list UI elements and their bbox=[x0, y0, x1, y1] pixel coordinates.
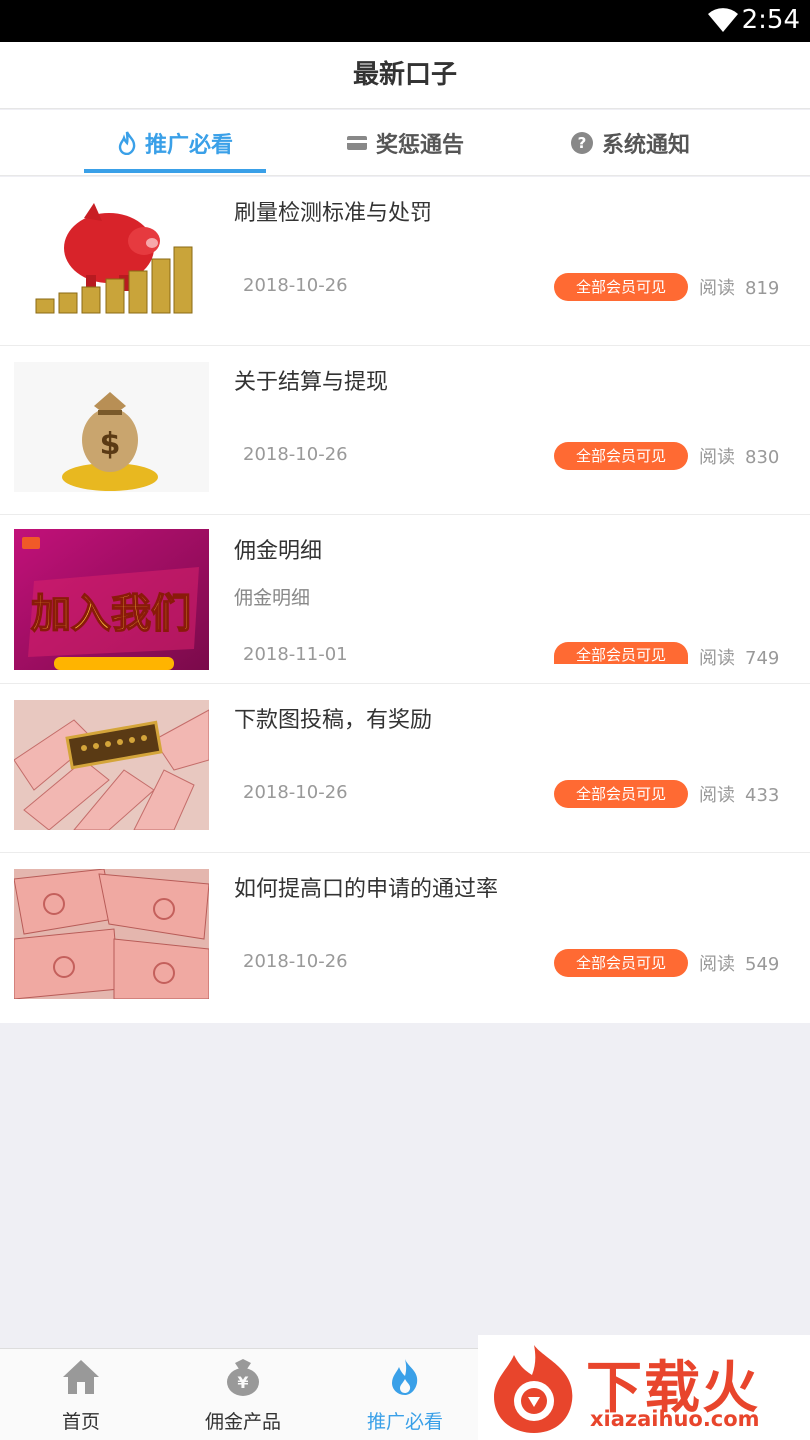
article-title: 如何提高口的申请的通过率 bbox=[234, 877, 499, 902]
list-item[interactable]: 加入我们 佣金明细 佣金明细 2018-11-01 全部会员可见 阅读 749 bbox=[0, 515, 810, 684]
visibility-badge: 全部会员可见 bbox=[554, 949, 688, 977]
read-count: 阅读 549 bbox=[699, 954, 780, 975]
read-count: 阅读 749 bbox=[699, 648, 780, 669]
home-icon bbox=[63, 1360, 99, 1394]
list-item[interactable]: 如何提高口的申请的通过率 2018-10-26 全部会员可见 阅读 549 bbox=[0, 853, 810, 1023]
nav-commission-products[interactable]: ¥ 佣金产品 bbox=[162, 1349, 324, 1440]
visibility-badge: 全部会员可见 bbox=[554, 273, 688, 301]
article-date: 2018-10-26 bbox=[243, 782, 348, 803]
flame-icon bbox=[392, 1359, 418, 1395]
flame-icon bbox=[118, 131, 136, 155]
active-tab-indicator bbox=[84, 169, 266, 173]
card-icon bbox=[346, 136, 367, 150]
wifi-icon bbox=[708, 8, 738, 32]
tab-label: 系统通知 bbox=[601, 133, 690, 158]
abacus-cash-image bbox=[14, 700, 209, 830]
read-count: 阅读 819 bbox=[699, 278, 780, 299]
article-date: 2018-11-01 bbox=[243, 644, 348, 665]
tab-rewards-penalties[interactable]: 奖惩通告 bbox=[320, 110, 490, 176]
article-list: 刷量检测标准与处罚 2018-10-26 全部会员可见 阅读 819 $ 关于结算… bbox=[0, 177, 810, 1023]
svg-text:¥: ¥ bbox=[237, 1373, 248, 1392]
nav-label: 首页 bbox=[61, 1411, 100, 1433]
status-time: 2:54 bbox=[741, 5, 800, 35]
visibility-badge: 全部会员可见 bbox=[554, 642, 688, 664]
tab-label: 推广必看 bbox=[144, 133, 233, 158]
money-bag-icon: ¥ bbox=[227, 1359, 259, 1396]
tab-bar: 推广必看 奖惩通告 ? 系统通知 bbox=[0, 110, 810, 176]
article-date: 2018-10-26 bbox=[243, 444, 348, 465]
article-subtitle: 佣金明细 bbox=[234, 587, 311, 609]
tab-system-notice[interactable]: ? 系统通知 bbox=[545, 110, 715, 176]
nav-promotion[interactable]: 推广必看 bbox=[324, 1349, 486, 1440]
watermark: 下载火 xiazaihuo.com bbox=[478, 1335, 810, 1440]
list-item[interactable]: $ 关于结算与提现 2018-10-26 全部会员可见 阅读 830 bbox=[0, 346, 810, 515]
tab-promotion[interactable]: 推广必看 bbox=[84, 110, 266, 176]
svg-text:$: $ bbox=[100, 427, 121, 462]
article-title: 佣金明细 bbox=[234, 539, 323, 564]
read-count: 阅读 433 bbox=[699, 785, 780, 806]
nav-label: 推广必看 bbox=[366, 1411, 443, 1433]
visibility-badge: 全部会员可见 bbox=[554, 780, 688, 808]
help-circle-icon: ? bbox=[570, 132, 593, 154]
article-date: 2018-10-26 bbox=[243, 951, 348, 972]
svg-text:?: ? bbox=[578, 134, 587, 152]
nav-label: 佣金产品 bbox=[204, 1411, 281, 1433]
header: 最新口子 bbox=[0, 42, 810, 109]
article-date: 2018-10-26 bbox=[243, 275, 348, 296]
list-item[interactable]: 刷量检测标准与处罚 2018-10-26 全部会员可见 阅读 819 bbox=[0, 177, 810, 346]
status-bar: 2:54 bbox=[0, 0, 810, 42]
cash-stack-image bbox=[14, 869, 209, 999]
nav-home[interactable]: 首页 bbox=[0, 1349, 162, 1440]
article-title: 刷量检测标准与处罚 bbox=[234, 201, 433, 226]
banner-text: 加入我们 bbox=[31, 591, 191, 637]
tab-label: 奖惩通告 bbox=[375, 133, 464, 158]
article-title: 关于结算与提现 bbox=[234, 370, 389, 395]
money-bag-image: $ bbox=[14, 362, 209, 492]
page-title: 最新口子 bbox=[352, 60, 457, 90]
watermark-url: xiazaihuo.com bbox=[590, 1407, 760, 1431]
join-us-banner-image: 加入我们 bbox=[14, 529, 209, 670]
read-count: 阅读 830 bbox=[699, 447, 780, 468]
list-item[interactable]: 下款图投稿，有奖励 2018-10-26 全部会员可见 阅读 433 bbox=[0, 684, 810, 853]
piggy-bank-image bbox=[14, 193, 209, 323]
article-title: 下款图投稿，有奖励 bbox=[234, 708, 433, 733]
fire-logo-icon bbox=[494, 1345, 573, 1433]
visibility-badge: 全部会员可见 bbox=[554, 442, 688, 470]
